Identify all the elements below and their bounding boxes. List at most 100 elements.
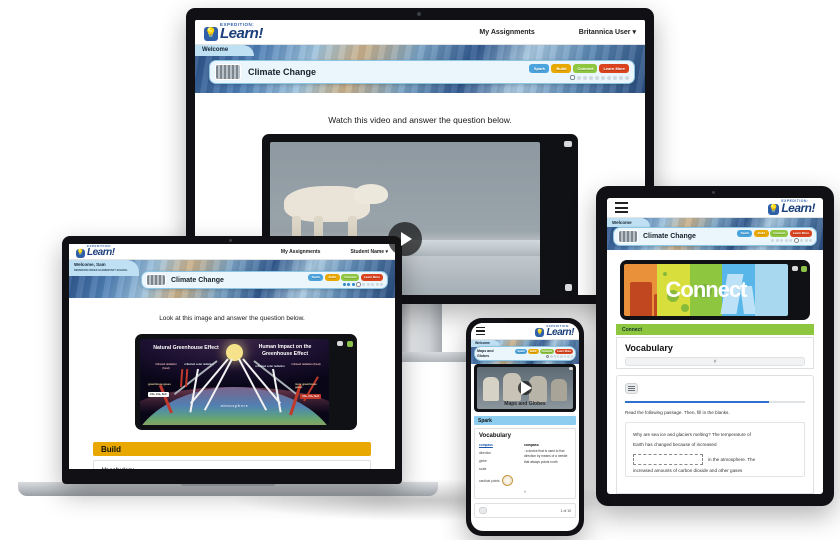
pill-connect[interactable]: Connect — [341, 273, 360, 281]
progress-dot[interactable] — [553, 355, 557, 358]
list-view-icon[interactable] — [479, 507, 487, 514]
list-item[interactable]: compass — [479, 443, 519, 447]
list-item[interactable]: scale — [479, 467, 519, 471]
progress-dot[interactable] — [607, 75, 611, 80]
progress-dot[interactable] — [351, 282, 355, 286]
progress-dot[interactable] — [804, 239, 808, 243]
progress-dot[interactable] — [577, 75, 581, 80]
progress-dot[interactable] — [375, 282, 379, 286]
pill-spark[interactable]: Spark — [515, 348, 527, 354]
progress-dot[interactable] — [362, 282, 365, 286]
progress-dot[interactable] — [595, 75, 599, 80]
progress-dot[interactable] — [800, 239, 803, 243]
progress-dot[interactable] — [809, 239, 812, 243]
progress-dot-current[interactable] — [570, 75, 575, 80]
progress-dot[interactable] — [789, 239, 792, 243]
label-infrared-right: infrared radiation (heat) — [291, 363, 321, 366]
pill-learn-more[interactable]: Learn More — [599, 64, 629, 73]
image-icon[interactable] — [792, 266, 798, 271]
laptop-content-card: Look at this image and answer the questi… — [83, 306, 381, 469]
hamburger-icon[interactable] — [615, 202, 628, 213]
play-icon[interactable] — [518, 381, 532, 395]
expand-icon[interactable] — [801, 266, 807, 272]
activity-prompt: Look at this image and answer the questi… — [159, 315, 305, 322]
progress-dot[interactable] — [625, 75, 629, 80]
progress-dot[interactable] — [563, 355, 567, 358]
welcome-tab: Welcome — [607, 218, 650, 227]
list-view-icon[interactable] — [625, 383, 638, 394]
my-assignments-link[interactable]: My Assignments — [281, 249, 321, 255]
pill-learn-more[interactable]: Learn More — [789, 229, 812, 237]
pill-learn-more[interactable]: Learn More — [360, 273, 383, 281]
section-header-connect[interactable]: Connect — [616, 324, 814, 335]
topic-title: Climate Change — [643, 233, 696, 240]
image-viewer[interactable]: Natural Greenhouse Effect Human Impact o… — [135, 334, 357, 430]
progress-dots — [771, 238, 812, 244]
logo[interactable]: 💡 EXPEDITION: Learn! — [768, 199, 815, 216]
vocabulary-panel: Vocabulary compass direction globe scale… — [474, 428, 576, 499]
pill-spark[interactable]: Spark — [529, 64, 550, 73]
progress-dot-current[interactable] — [793, 238, 799, 244]
user-menu[interactable]: Britannica User ▾ — [579, 28, 636, 36]
list-item[interactable]: direction — [479, 451, 519, 455]
user-menu[interactable]: Student Name ▾ — [350, 249, 388, 255]
expand-icon[interactable] — [347, 341, 353, 347]
hamburger-icon[interactable] — [476, 326, 485, 336]
image-icon[interactable] — [337, 341, 343, 346]
pill-build[interactable]: Build — [527, 348, 539, 354]
logo[interactable]: 💡 EXPEDITION: Learn! — [535, 325, 574, 338]
atmosphere-label: atmosphere — [220, 403, 249, 408]
captions-icon[interactable] — [569, 367, 573, 370]
progress-dot[interactable] — [347, 282, 350, 286]
progress-dot[interactable] — [784, 239, 788, 243]
progress-dot[interactable] — [371, 282, 374, 286]
progress-dot[interactable] — [583, 75, 587, 80]
logo-learn-text: Learn! — [781, 201, 815, 216]
collapse-toggle[interactable]: ˄ — [479, 489, 571, 494]
vocabulary-card[interactable]: Vocabulary — [93, 460, 371, 469]
pill-connect[interactable]: Connect — [573, 64, 598, 73]
expand-icon[interactable] — [565, 284, 572, 291]
progress-dot[interactable] — [570, 355, 573, 358]
progress-dot-current[interactable] — [545, 354, 550, 359]
pill-connect[interactable]: Connect — [539, 348, 555, 354]
play-icon[interactable] — [388, 221, 422, 256]
list-item[interactable]: cardinal points — [479, 479, 500, 483]
vocabulary-title: Vocabulary — [625, 343, 673, 353]
progress-dot[interactable] — [366, 282, 370, 286]
progress-dot-current[interactable] — [356, 282, 361, 287]
my-assignments-link[interactable]: My Assignments — [479, 29, 534, 36]
progress-dot[interactable] — [601, 75, 605, 80]
passage-panel: Read the following passage. Then, fill i… — [616, 375, 814, 494]
section-header-build[interactable]: Build — [93, 442, 371, 456]
progress-dot[interactable] — [775, 239, 779, 243]
vocabulary-body: compass direction globe scale cardinal p… — [479, 443, 571, 486]
progress-dot[interactable] — [550, 355, 553, 358]
pill-spark[interactable]: Spark — [737, 229, 753, 237]
logo[interactable]: 💡 EXPEDITION: Learn! — [204, 22, 263, 42]
pill-spark[interactable]: Spark — [308, 273, 324, 281]
logo[interactable]: 💡 EXPEDITION: Learn! — [76, 245, 115, 258]
section-header-spark[interactable]: Spark — [474, 416, 576, 425]
progress-dot[interactable] — [771, 239, 774, 243]
pill-build[interactable]: Build — [551, 64, 572, 73]
progress-dot[interactable] — [567, 355, 570, 358]
progress-dot[interactable] — [342, 282, 346, 286]
progress-dot[interactable] — [780, 239, 783, 243]
progress-dot[interactable] — [613, 75, 617, 80]
progress-dot[interactable] — [557, 355, 560, 358]
progress-dot[interactable] — [380, 282, 383, 286]
video-player[interactable]: Maps and Globes — [474, 364, 576, 412]
progress-dot[interactable] — [589, 75, 593, 80]
vocabulary-select[interactable]: ˅ — [625, 357, 805, 366]
pill-build[interactable]: Build — [753, 229, 769, 237]
progress-dot[interactable] — [560, 355, 563, 358]
pill-build[interactable]: Build — [324, 273, 340, 281]
fill-in-blank-input[interactable] — [633, 454, 703, 466]
list-item[interactable]: globe — [479, 459, 519, 463]
pill-learn-more[interactable]: Learn More — [555, 348, 573, 354]
connect-banner-media[interactable]: Connect — [620, 260, 810, 320]
progress-dot[interactable] — [619, 75, 623, 80]
captions-icon[interactable] — [564, 141, 572, 147]
pill-connect[interactable]: Connect — [770, 229, 789, 237]
